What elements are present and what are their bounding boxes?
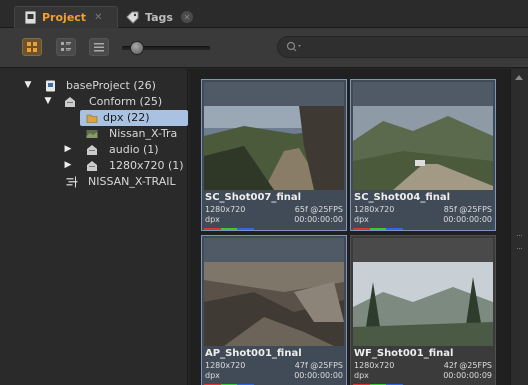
clip-thumbnail	[353, 262, 493, 346]
clip-format: dpx	[354, 371, 369, 380]
expand-arrow-icon[interactable]: ▼	[23, 80, 33, 90]
list-view-icon	[94, 43, 104, 52]
clip-name: WF_Shot001_final	[354, 348, 454, 359]
clip-icon	[86, 130, 98, 138]
collapse-arrow-icon[interactable]: ▶	[63, 160, 73, 170]
project-tree: ▼ baseProject (26) ▼ Conform (25) ▶ dpx …	[0, 69, 188, 385]
collapse-arrow-icon[interactable]: ▶	[63, 144, 73, 154]
tree-item-label: baseProject (26)	[66, 79, 156, 92]
project-icon	[25, 11, 36, 24]
clip-card[interactable]: SC_Shot007_final 1280x720 65f @25FPS dpx 0…	[201, 79, 347, 231]
card-header-strip	[204, 82, 344, 106]
detail-view-icon	[61, 42, 71, 51]
clip-resolution: 1280x720	[354, 361, 395, 370]
clip-frames: 42f @25FPS	[443, 361, 492, 370]
clip-thumbnail-grid: SC_Shot007_final 1280x720 65f @25FPS dpx 0…	[189, 69, 510, 385]
scroll-grip[interactable]	[517, 235, 522, 249]
clip-meta-row: 1280x720 47f @25FPS	[205, 361, 343, 370]
toolbar	[0, 28, 528, 68]
clip-name: AP_Shot001_final	[205, 348, 302, 359]
tree-item-label: 1280x720 (1)	[109, 159, 184, 172]
tree-item-conform[interactable]: ▼ Conform (25)	[0, 94, 188, 110]
color-channel-bar	[353, 228, 404, 230]
search-field[interactable]	[277, 36, 528, 58]
clip-thumbnail	[204, 262, 344, 346]
bin-icon	[87, 161, 97, 171]
tag-icon	[126, 11, 139, 24]
clip-meta-row: 1280x720 65f @25FPS	[205, 205, 343, 214]
clip-timecode: 00:00:00:00	[294, 371, 343, 380]
tree-item-baseproject[interactable]: ▼ baseProject (26)	[0, 78, 188, 94]
clip-frames: 65f @25FPS	[294, 205, 343, 214]
search-icon	[286, 41, 301, 52]
clip-thumbnail	[204, 106, 344, 190]
tree-item-label: dpx (22)	[103, 111, 150, 124]
vertical-scrollbar[interactable]	[510, 69, 528, 385]
tree-item-label: audio (1)	[109, 143, 159, 156]
clip-format: dpx	[354, 215, 369, 224]
clip-name: SC_Shot004_final	[354, 192, 451, 203]
clip-timecode: 00:00:00:00	[443, 215, 492, 224]
clip-resolution: 1280x720	[205, 205, 246, 214]
card-header-strip	[204, 238, 344, 262]
clip-meta-row: 1280x720 42f @25FPS	[354, 361, 492, 370]
tree-item-nissan-clip[interactable]: Nissan_X-Tra	[0, 126, 188, 142]
tree-item-dpx[interactable]: ▶ dpx (22)	[80, 110, 188, 126]
tree-item-nissan-sequence[interactable]: NISSAN_X-TRAIL	[0, 174, 188, 190]
bin-icon	[87, 145, 97, 155]
card-header-strip	[353, 238, 493, 262]
card-header-strip	[353, 82, 493, 106]
close-icon[interactable]: ✕	[180, 11, 193, 23]
tab-project[interactable]: Project ✕	[14, 6, 118, 28]
tab-project-label: Project	[42, 11, 87, 24]
clip-meta-row: dpx 00:00:00:00	[205, 215, 343, 224]
clip-card[interactable]: AP_Shot001_final 1280x720 47f @25FPS dpx 0…	[201, 235, 347, 385]
clip-card[interactable]: SC_Shot004_final 1280x720 85f @25FPS dpx 0…	[350, 79, 496, 231]
bin-icon	[65, 97, 75, 107]
scroll-up-icon[interactable]	[515, 75, 523, 80]
slider-knob[interactable]	[130, 41, 144, 55]
clip-frames: 85f @25FPS	[443, 205, 492, 214]
tree-item-audio[interactable]: ▶ audio (1)	[0, 142, 188, 158]
tree-item-label: NISSAN_X-TRAIL	[88, 175, 176, 188]
clip-meta-row: 1280x720 85f @25FPS	[354, 205, 492, 214]
close-icon[interactable]: ✕	[94, 12, 102, 23]
clip-thumbnail	[353, 106, 493, 190]
folder-icon	[86, 114, 98, 123]
tree-item-label: Conform (25)	[89, 95, 163, 108]
project-icon	[46, 80, 55, 92]
clip-timecode: 00:00:00:09	[443, 371, 492, 380]
expand-arrow-icon[interactable]: ▼	[43, 96, 53, 106]
clip-format: dpx	[205, 215, 220, 224]
list-view-button[interactable]	[89, 38, 109, 56]
clip-resolution: 1280x720	[205, 361, 246, 370]
tab-bar: Project ✕ Tags ✕	[0, 0, 528, 28]
clip-frames: 47f @25FPS	[294, 361, 343, 370]
tab-tags[interactable]: Tags ✕	[118, 6, 200, 28]
clip-meta-row: dpx 00:00:00:00	[205, 371, 343, 380]
grid-view-icon	[27, 42, 37, 52]
tree-item-label: Nissan_X-Tra	[109, 127, 178, 140]
clip-resolution: 1280x720	[354, 205, 395, 214]
tab-tags-label: Tags	[145, 10, 173, 24]
color-channel-bar	[204, 228, 255, 230]
sequence-icon	[66, 176, 78, 188]
clip-meta-row: dpx 00:00:00:00	[354, 215, 492, 224]
clip-meta-row: dpx 00:00:00:09	[354, 371, 492, 380]
tree-item-1280x720[interactable]: ▶ 1280x720 (1)	[0, 158, 188, 174]
grid-view-button[interactable]	[22, 38, 42, 56]
search-input[interactable]	[306, 40, 506, 54]
clip-format: dpx	[205, 371, 220, 380]
clip-timecode: 00:00:00:00	[294, 215, 343, 224]
detail-view-button[interactable]	[56, 38, 76, 56]
clip-card[interactable]: WF_Shot001_final 1280x720 42f @25FPS dpx 0…	[350, 235, 496, 385]
clip-name: SC_Shot007_final	[205, 192, 302, 203]
